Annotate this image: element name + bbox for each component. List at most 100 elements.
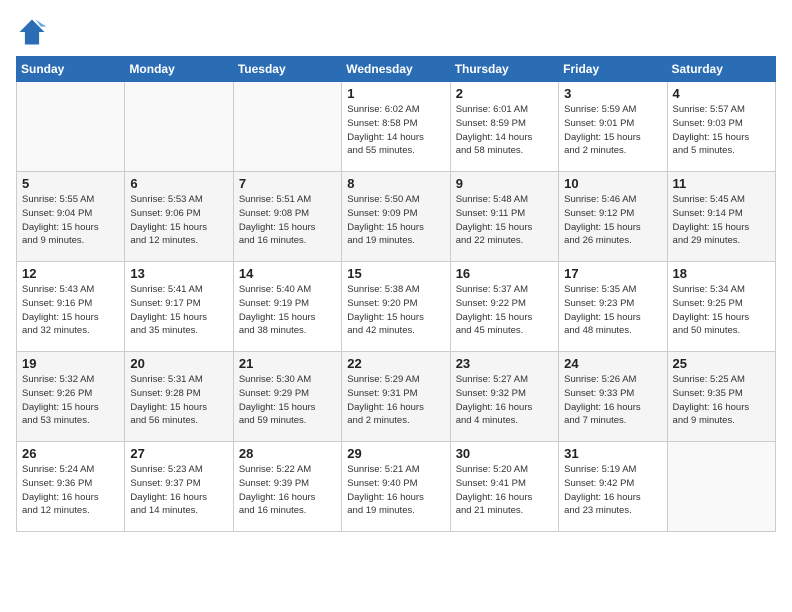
calendar-cell: 9 Sunrise: 5:48 AM Sunset: 9:11 PM Daylig…: [450, 172, 558, 262]
calendar-cell: 5 Sunrise: 5:55 AM Sunset: 9:04 PM Daylig…: [17, 172, 125, 262]
day-number: 17: [564, 266, 661, 281]
calendar-cell: 11 Sunrise: 5:45 AM Sunset: 9:14 PM Dayli…: [667, 172, 775, 262]
day-info: Sunrise: 5:23 AM Sunset: 9:37 PM Dayligh…: [130, 463, 227, 518]
calendar-cell: 29 Sunrise: 5:21 AM Sunset: 9:40 PM Dayli…: [342, 442, 450, 532]
day-number: 28: [239, 446, 336, 461]
day-info: Sunrise: 5:46 AM Sunset: 9:12 PM Dayligh…: [564, 193, 661, 248]
day-info: Sunrise: 5:53 AM Sunset: 9:06 PM Dayligh…: [130, 193, 227, 248]
day-number: 2: [456, 86, 553, 101]
day-info: Sunrise: 5:50 AM Sunset: 9:09 PM Dayligh…: [347, 193, 444, 248]
calendar-cell: [17, 82, 125, 172]
calendar-cell: 18 Sunrise: 5:34 AM Sunset: 9:25 PM Dayli…: [667, 262, 775, 352]
col-header-wednesday: Wednesday: [342, 57, 450, 82]
calendar-cell: 19 Sunrise: 5:32 AM Sunset: 9:26 PM Dayli…: [17, 352, 125, 442]
day-number: 7: [239, 176, 336, 191]
day-number: 22: [347, 356, 444, 371]
logo-icon: [16, 16, 48, 48]
calendar-cell: 21Sunrise: 5:30 AM Sunset: 9:29 PM Dayli…: [233, 352, 341, 442]
day-number: 19: [22, 356, 119, 371]
day-number: 9: [456, 176, 553, 191]
day-number: 16: [456, 266, 553, 281]
day-info: Sunrise: 5:45 AM Sunset: 9:14 PM Dayligh…: [673, 193, 770, 248]
day-info: Sunrise: 5:27 AM Sunset: 9:32 PM Dayligh…: [456, 373, 553, 428]
day-number: 12: [22, 266, 119, 281]
day-number: 6: [130, 176, 227, 191]
calendar-cell: 12 Sunrise: 5:43 AM Sunset: 9:16 PM Dayli…: [17, 262, 125, 352]
calendar-cell: 20 Sunrise: 5:31 AM Sunset: 9:28 PM Dayli…: [125, 352, 233, 442]
day-info: Sunrise: 5:51 AM Sunset: 9:08 PM Dayligh…: [239, 193, 336, 248]
day-number: 5: [22, 176, 119, 191]
calendar-week-3: 19 Sunrise: 5:32 AM Sunset: 9:26 PM Dayli…: [17, 352, 776, 442]
day-info: Sunrise: 5:55 AM Sunset: 9:04 PM Dayligh…: [22, 193, 119, 248]
day-number: 10: [564, 176, 661, 191]
calendar-cell: 27 Sunrise: 5:23 AM Sunset: 9:37 PM Dayli…: [125, 442, 233, 532]
day-number: 24: [564, 356, 661, 371]
calendar-body: 1 Sunrise: 6:02 AM Sunset: 8:58 PM Daylig…: [17, 82, 776, 532]
col-header-friday: Friday: [559, 57, 667, 82]
calendar-week-4: 26Sunrise: 5:24 AM Sunset: 9:36 PM Dayli…: [17, 442, 776, 532]
calendar-cell: 28 Sunrise: 5:22 AM Sunset: 9:39 PM Dayli…: [233, 442, 341, 532]
calendar-cell: 15 Sunrise: 5:38 AM Sunset: 9:20 PM Dayli…: [342, 262, 450, 352]
calendar-cell: 6 Sunrise: 5:53 AM Sunset: 9:06 PM Daylig…: [125, 172, 233, 262]
day-info: Sunrise: 5:20 AM Sunset: 9:41 PM Dayligh…: [456, 463, 553, 518]
day-number: 20: [130, 356, 227, 371]
day-info: Sunrise: 5:25 AM Sunset: 9:35 PM Dayligh…: [673, 373, 770, 428]
day-number: 8: [347, 176, 444, 191]
calendar-cell: 3 Sunrise: 5:59 AM Sunset: 9:01 PM Daylig…: [559, 82, 667, 172]
day-number: 25: [673, 356, 770, 371]
calendar-cell: 24 Sunrise: 5:26 AM Sunset: 9:33 PM Dayli…: [559, 352, 667, 442]
day-number: 1: [347, 86, 444, 101]
day-info: Sunrise: 5:31 AM Sunset: 9:28 PM Dayligh…: [130, 373, 227, 428]
day-number: 3: [564, 86, 661, 101]
calendar-cell: [667, 442, 775, 532]
day-number: 30: [456, 446, 553, 461]
calendar-cell: 25 Sunrise: 5:25 AM Sunset: 9:35 PM Dayli…: [667, 352, 775, 442]
calendar-cell: 23Sunrise: 5:27 AM Sunset: 9:32 PM Dayli…: [450, 352, 558, 442]
day-number: 15: [347, 266, 444, 281]
calendar-week-1: 5 Sunrise: 5:55 AM Sunset: 9:04 PM Daylig…: [17, 172, 776, 262]
day-info: Sunrise: 5:38 AM Sunset: 9:20 PM Dayligh…: [347, 283, 444, 338]
day-number: 18: [673, 266, 770, 281]
day-info: Sunrise: 5:43 AM Sunset: 9:16 PM Dayligh…: [22, 283, 119, 338]
day-number: 13: [130, 266, 227, 281]
day-number: 11: [673, 176, 770, 191]
col-header-sunday: Sunday: [17, 57, 125, 82]
calendar-cell: 14 Sunrise: 5:40 AM Sunset: 9:19 PM Dayli…: [233, 262, 341, 352]
calendar-cell: 17 Sunrise: 5:35 AM Sunset: 9:23 PM Dayli…: [559, 262, 667, 352]
calendar-week-2: 12 Sunrise: 5:43 AM Sunset: 9:16 PM Dayli…: [17, 262, 776, 352]
calendar-cell: 10 Sunrise: 5:46 AM Sunset: 9:12 PM Dayli…: [559, 172, 667, 262]
calendar-cell: 22Sunrise: 5:29 AM Sunset: 9:31 PM Dayli…: [342, 352, 450, 442]
col-header-tuesday: Tuesday: [233, 57, 341, 82]
day-number: 29: [347, 446, 444, 461]
day-info: Sunrise: 5:26 AM Sunset: 9:33 PM Dayligh…: [564, 373, 661, 428]
calendar-cell: 26Sunrise: 5:24 AM Sunset: 9:36 PM Dayli…: [17, 442, 125, 532]
logo: [16, 16, 52, 48]
day-info: Sunrise: 5:40 AM Sunset: 9:19 PM Dayligh…: [239, 283, 336, 338]
col-header-monday: Monday: [125, 57, 233, 82]
col-header-thursday: Thursday: [450, 57, 558, 82]
day-number: 21: [239, 356, 336, 371]
day-info: Sunrise: 5:57 AM Sunset: 9:03 PM Dayligh…: [673, 103, 770, 158]
day-info: Sunrise: 5:32 AM Sunset: 9:26 PM Dayligh…: [22, 373, 119, 428]
calendar-table: SundayMondayTuesdayWednesdayThursdayFrid…: [16, 56, 776, 532]
calendar-cell: 13 Sunrise: 5:41 AM Sunset: 9:17 PM Dayli…: [125, 262, 233, 352]
day-info: Sunrise: 5:59 AM Sunset: 9:01 PM Dayligh…: [564, 103, 661, 158]
page-header: [16, 16, 776, 48]
calendar-cell: 31Sunrise: 5:19 AM Sunset: 9:42 PM Dayli…: [559, 442, 667, 532]
day-info: Sunrise: 5:22 AM Sunset: 9:39 PM Dayligh…: [239, 463, 336, 518]
calendar-cell: 7 Sunrise: 5:51 AM Sunset: 9:08 PM Daylig…: [233, 172, 341, 262]
calendar-cell: [233, 82, 341, 172]
day-info: Sunrise: 5:35 AM Sunset: 9:23 PM Dayligh…: [564, 283, 661, 338]
day-info: Sunrise: 5:21 AM Sunset: 9:40 PM Dayligh…: [347, 463, 444, 518]
day-number: 4: [673, 86, 770, 101]
calendar-week-0: 1 Sunrise: 6:02 AM Sunset: 8:58 PM Daylig…: [17, 82, 776, 172]
day-number: 27: [130, 446, 227, 461]
day-info: Sunrise: 5:34 AM Sunset: 9:25 PM Dayligh…: [673, 283, 770, 338]
day-info: Sunrise: 5:24 AM Sunset: 9:36 PM Dayligh…: [22, 463, 119, 518]
day-number: 31: [564, 446, 661, 461]
day-info: Sunrise: 5:48 AM Sunset: 9:11 PM Dayligh…: [456, 193, 553, 248]
calendar-cell: [125, 82, 233, 172]
day-number: 14: [239, 266, 336, 281]
day-info: Sunrise: 5:41 AM Sunset: 9:17 PM Dayligh…: [130, 283, 227, 338]
day-info: Sunrise: 6:02 AM Sunset: 8:58 PM Dayligh…: [347, 103, 444, 158]
